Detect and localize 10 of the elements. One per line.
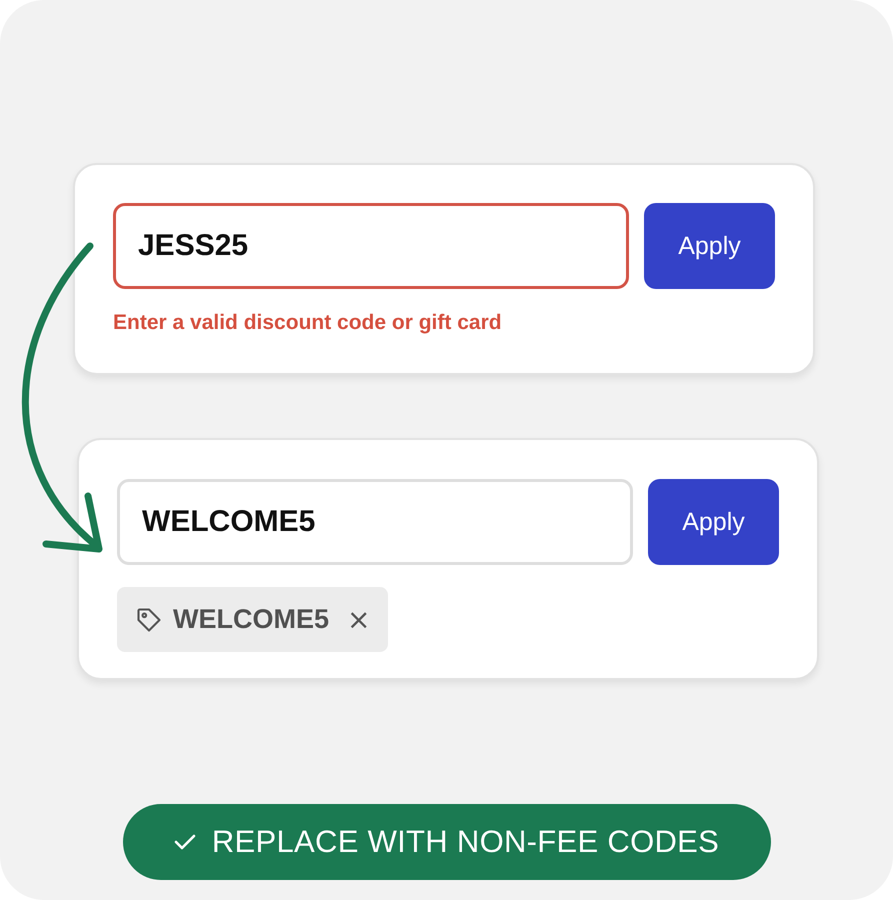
remove-tag-button[interactable]: × xyxy=(339,603,370,636)
tag-label: WELCOME5 xyxy=(173,604,330,635)
error-message: Enter a valid discount code or gift card xyxy=(113,311,503,335)
check-icon xyxy=(174,833,196,851)
apply-button[interactable]: Apply xyxy=(648,479,779,565)
code-input-field[interactable]: WELCOME5 xyxy=(117,479,633,565)
code-input-field[interactable]: JESS25 xyxy=(113,203,629,289)
apply-button[interactable]: Apply xyxy=(644,203,775,289)
banner-label: REPLACE WITH NON-FEE CODES xyxy=(212,824,720,860)
tag-icon xyxy=(135,606,163,634)
